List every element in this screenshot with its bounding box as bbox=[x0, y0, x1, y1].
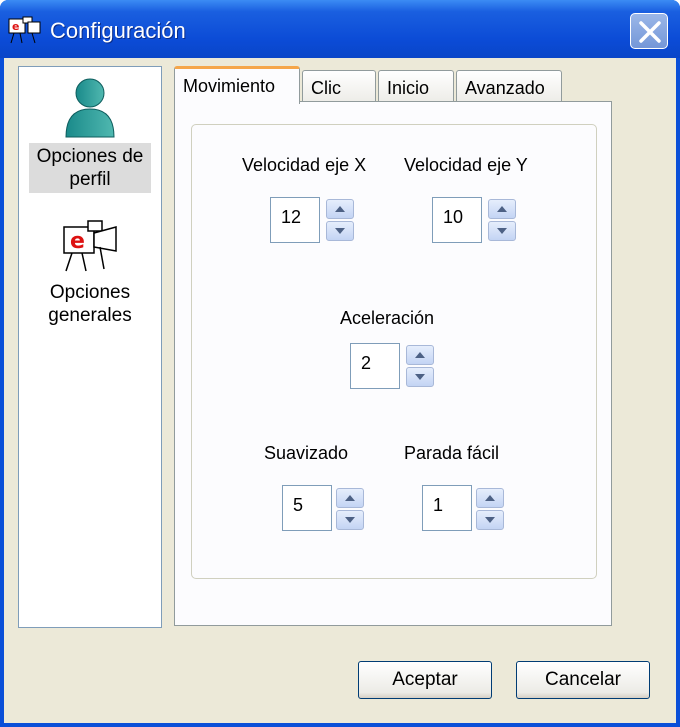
dialog-body: Opciones deperfil e Opcionesgenerales bbox=[4, 58, 676, 723]
acceleration-input[interactable]: 2 bbox=[350, 343, 400, 389]
tab-clic[interactable]: Clic bbox=[302, 70, 376, 104]
tab-panel-movimiento: Velocidad eje X Velocidad eje Y 12 10 Ac… bbox=[174, 101, 612, 626]
arrow-down-icon bbox=[415, 374, 425, 380]
arrow-up-icon bbox=[415, 352, 425, 358]
speed-x-label: Velocidad eje X bbox=[242, 155, 367, 175]
camera-logo-icon: e bbox=[63, 220, 117, 272]
speed-x-input[interactable]: 12 bbox=[270, 197, 320, 243]
sidebar: Opciones de perfil e Opciones generales bbox=[18, 66, 162, 628]
easy-stop-label: Parada fácil bbox=[404, 443, 500, 463]
user-profile-icon bbox=[65, 78, 115, 138]
config-window: e Configuración Opciones de perfil e Opc… bbox=[0, 0, 680, 727]
spin-down-button[interactable] bbox=[406, 367, 434, 387]
spin-up-button[interactable] bbox=[476, 488, 504, 508]
svg-text:e: e bbox=[70, 229, 85, 254]
spin-down-button[interactable] bbox=[336, 510, 364, 530]
tab-avanzado[interactable]: Avanzado bbox=[456, 70, 562, 104]
arrow-down-icon bbox=[335, 228, 345, 234]
spin-up-button[interactable] bbox=[326, 199, 354, 219]
arrow-up-icon bbox=[485, 495, 495, 501]
smoothing-input[interactable]: 5 bbox=[282, 485, 332, 531]
acceleration-label: Aceleración bbox=[340, 308, 435, 328]
sidebar-item-label: Opciones generales bbox=[48, 282, 132, 326]
spin-up-button[interactable] bbox=[336, 488, 364, 508]
cancel-button[interactable]: Cancelar bbox=[516, 661, 650, 699]
accept-button[interactable]: Aceptar bbox=[358, 661, 492, 699]
tab-inicio[interactable]: Inicio bbox=[378, 70, 454, 104]
spin-down-button[interactable] bbox=[488, 221, 516, 241]
smoothing-spinner[interactable] bbox=[336, 488, 364, 532]
easy-stop-spinner[interactable] bbox=[476, 488, 504, 532]
spin-up-button[interactable] bbox=[406, 345, 434, 365]
sidebar-item-label: Opciones de perfil bbox=[29, 143, 151, 193]
arrow-up-icon bbox=[497, 206, 507, 212]
arrow-down-icon bbox=[345, 517, 355, 523]
spin-down-button[interactable] bbox=[476, 510, 504, 530]
svg-text:e: e bbox=[12, 20, 19, 33]
sidebar-item-profile-options[interactable]: Opciones de perfil bbox=[29, 75, 151, 193]
arrow-down-icon bbox=[485, 517, 495, 523]
close-icon bbox=[639, 21, 661, 43]
sidebar-item-general-options[interactable]: e Opciones generales bbox=[29, 217, 151, 327]
spin-up-button[interactable] bbox=[488, 199, 516, 219]
speed-y-input[interactable]: 10 bbox=[432, 197, 482, 243]
easy-stop-input[interactable]: 1 bbox=[422, 485, 472, 531]
arrow-down-icon bbox=[497, 228, 507, 234]
app-logo-icon: e bbox=[8, 16, 41, 44]
close-button[interactable] bbox=[630, 13, 668, 49]
title-bar[interactable]: e Configuración bbox=[0, 0, 680, 58]
window-title: Configuración bbox=[50, 18, 186, 43]
movement-settings-group: Velocidad eje X Velocidad eje Y 12 10 Ac… bbox=[191, 124, 597, 579]
smoothing-label: Suavizado bbox=[264, 443, 349, 463]
speed-y-label: Velocidad eje Y bbox=[404, 155, 528, 175]
spin-down-button[interactable] bbox=[326, 221, 354, 241]
arrow-up-icon bbox=[345, 495, 355, 501]
speed-x-spinner[interactable] bbox=[326, 199, 354, 243]
arrow-up-icon bbox=[335, 206, 345, 212]
tab-movimiento[interactable]: Movimiento bbox=[174, 66, 300, 104]
speed-y-spinner[interactable] bbox=[488, 199, 516, 243]
acceleration-spinner[interactable] bbox=[406, 345, 434, 389]
